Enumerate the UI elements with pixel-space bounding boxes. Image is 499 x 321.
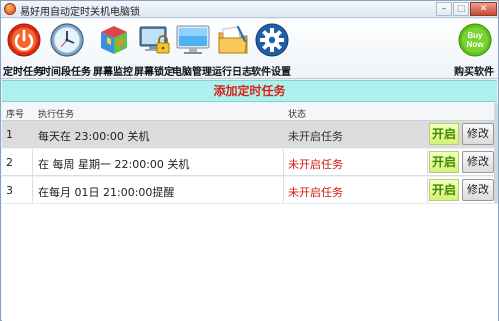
row-num: 1 — [6, 128, 13, 141]
buy-software-label: 购买软件 — [454, 67, 494, 78]
maximize-button[interactable]: □ — [453, 2, 469, 16]
row-task: 在 每周 星期一 22:00:00 关机 — [38, 158, 190, 171]
vertical-scrollbar[interactable] — [494, 103, 498, 203]
row-task: 在每月 01日 21:00:00提醒 — [38, 186, 175, 199]
row-task: 每天在 23:00:00 关机 — [38, 130, 150, 143]
cube-icon — [101, 26, 127, 54]
add-scheduled-task-text: 添加定时任务 — [213, 84, 286, 98]
toolbar-item-period-task[interactable]: 时间段任务 — [41, 22, 91, 78]
toolbar-item-label: 软件设置 — [251, 67, 291, 78]
edit-task-button[interactable]: 修改 — [462, 151, 494, 173]
toolbar: 定时任务 时间段任务 屏幕监控 屏幕锁定 电脑管理 运行日志 软件设置 Buy … — [1, 19, 498, 79]
app-logo-icon — [4, 3, 16, 15]
minimize-button[interactable]: – — [436, 2, 452, 16]
row-status: 未开启任务 — [288, 186, 343, 199]
table-row[interactable]: 1 每天在 23:00:00 关机 未开启任务 开启 修改 — [2, 121, 494, 148]
header-num: 序号 — [6, 110, 25, 120]
buy-badge-top: Buy — [467, 31, 483, 40]
enable-task-button[interactable]: 开启 — [429, 123, 459, 145]
monitor-lock-icon — [139, 26, 170, 54]
row-status: 未开启任务 — [288, 158, 343, 171]
monitor-icon — [176, 25, 210, 54]
edit-task-button[interactable]: 修改 — [462, 123, 494, 145]
buy-software-button[interactable]: Buy Now 购买软件 — [452, 22, 496, 78]
buy-now-badge-icon: Buy Now — [458, 23, 492, 57]
row-status: 未开启任务 — [288, 130, 343, 143]
gear-icon — [255, 23, 289, 57]
enable-task-button[interactable]: 开启 — [429, 179, 459, 201]
table-header: 序号 执行任务 状态 — [2, 103, 494, 121]
task-table: 序号 执行任务 状态 1 每天在 23:00:00 关机 未开启任务 开启 修改… — [2, 103, 494, 204]
header-task: 执行任务 — [38, 110, 75, 120]
toolbar-item-label: 时间段任务 — [41, 67, 91, 78]
add-scheduled-task-banner[interactable]: 添加定时任务 — [2, 80, 497, 102]
buy-badge-bottom: Now — [467, 40, 485, 49]
app-window: 易好用自动定时关机电脑锁 – □ ✕ 定时任务 时间段任务 屏幕监控 屏幕锁定 … — [0, 0, 499, 321]
folder-log-icon — [218, 25, 248, 54]
title-bar: 易好用自动定时关机电脑锁 – □ ✕ — [1, 1, 498, 18]
row-num: 2 — [6, 156, 13, 169]
window-title: 易好用自动定时关机电脑锁 — [20, 7, 140, 18]
close-button[interactable]: ✕ — [470, 2, 497, 16]
header-status: 状态 — [288, 110, 307, 120]
toolbar-item-scheduled-task[interactable]: 定时任务 — [1, 22, 45, 78]
enable-task-button[interactable]: 开启 — [429, 151, 459, 173]
row-num: 3 — [6, 184, 13, 197]
table-row[interactable]: 2 在 每周 星期一 22:00:00 关机 未开启任务 开启 修改 — [2, 149, 494, 176]
empty-list-area — [2, 203, 498, 321]
table-row[interactable]: 3 在每月 01日 21:00:00提醒 未开启任务 开启 修改 — [2, 177, 494, 204]
power-icon — [7, 23, 41, 57]
edit-task-button[interactable]: 修改 — [462, 179, 494, 201]
toolbar-item-software-settings[interactable]: 软件设置 — [249, 22, 293, 78]
clock-icon — [50, 23, 84, 57]
